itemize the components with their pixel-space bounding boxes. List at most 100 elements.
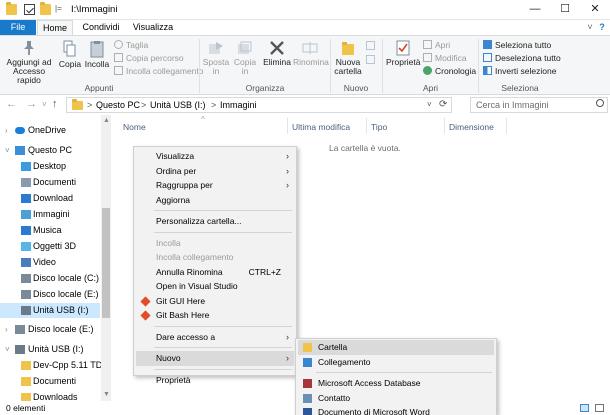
nav-item[interactable]: OneDrive › [0, 123, 100, 138]
pin-quick-access-button[interactable]: Aggiungi ad Accesso rapido [2, 40, 56, 85]
menu-item-dare-accesso-a[interactable]: Dare accesso a › [136, 330, 294, 345]
properties-quick-icon[interactable] [24, 4, 35, 15]
menu-item-visualizza[interactable]: Visualizza › [136, 149, 294, 164]
large-icons-view-icon[interactable] [595, 404, 604, 412]
recent-locations-icon[interactable]: ˅ [42, 100, 47, 109]
nav-item[interactable]: Disco locale (E:) [0, 287, 100, 302]
close-button[interactable]: ✕ [580, 0, 610, 20]
menu-item-aggiorna[interactable]: Aggiorna [136, 193, 294, 208]
menu-item-personalizza-cartella[interactable]: Personalizza cartella... [136, 214, 294, 229]
nav-item[interactable]: Disco locale (C:) [0, 271, 100, 286]
forward-arrow-icon[interactable]: → [26, 98, 37, 110]
expand-chevron-icon[interactable]: › [5, 123, 8, 138]
address-box[interactable]: > Questo PC > Unità USB (I:) > Immagini … [66, 97, 452, 113]
refresh-icon[interactable]: ⟳ [439, 99, 447, 110]
nav-item[interactable]: Documenti [0, 374, 100, 389]
column-separator[interactable] [506, 118, 507, 134]
paste-button[interactable]: Incolla [84, 40, 110, 69]
edit-button[interactable]: Modifica [423, 53, 467, 65]
menu-item-annulla-rinomina[interactable]: Annulla Rinomina CTRL+Z [136, 265, 294, 280]
nav-item[interactable]: Dev-Cpp 5.11 TDM [0, 358, 110, 373]
copy-label: Copia [58, 59, 82, 69]
back-arrow-icon[interactable]: ← [6, 98, 17, 110]
nav-item[interactable]: Disco locale (E:) › [0, 322, 100, 337]
nav-scrollbar-thumb[interactable] [102, 208, 110, 318]
easy-access-icon[interactable] [366, 55, 375, 64]
menu-item-nuovo[interactable]: Nuovo › [136, 351, 294, 366]
nav-item[interactable]: Musica [0, 223, 100, 238]
menu-item-propriet[interactable]: Proprietà [136, 373, 294, 388]
invert-selection-button[interactable]: Inverti selezione [483, 66, 556, 78]
scroll-up-icon[interactable]: ▲ [103, 117, 110, 124]
select-none-button[interactable]: Deseleziona tutto [483, 53, 561, 65]
rename-button[interactable]: Rinomina [293, 40, 329, 67]
submenu-item-microsoft-access-database[interactable]: Microsoft Access Database [298, 376, 494, 391]
column-modified[interactable]: Ultima modifica [292, 122, 350, 132]
nav-item[interactable]: Documenti [0, 175, 100, 190]
new-item-icon[interactable] [366, 41, 375, 50]
git-icon [140, 295, 151, 307]
tab-share[interactable]: Condividi [78, 20, 124, 36]
details-view-icon[interactable] [580, 404, 589, 412]
new-folder-quick-icon[interactable] [40, 2, 51, 15]
folder-icon [303, 343, 312, 352]
copy-path-button[interactable]: Copia percorso [114, 53, 184, 65]
properties-button[interactable]: Proprietà [386, 40, 421, 67]
maximize-button[interactable]: ☐ [550, 0, 580, 20]
menu-item-git-gui-here[interactable]: Git GUI Here [136, 294, 294, 309]
scroll-down-icon[interactable]: ▼ [103, 391, 110, 398]
select-all-button[interactable]: Seleziona tutto [483, 40, 551, 52]
breadcrumb-immagini[interactable]: Immagini [220, 100, 257, 110]
nav-item[interactable]: Download [0, 191, 100, 206]
nav-item[interactable]: Immagini [0, 207, 100, 222]
nav-item[interactable]: Video [0, 255, 100, 270]
minimize-button[interactable]: — [520, 0, 550, 20]
git-icon [140, 310, 151, 321]
nav-item[interactable]: Questo PC ˅ [0, 143, 100, 158]
paste-shortcut-button[interactable]: Incolla collegamento [114, 66, 204, 78]
column-separator[interactable] [444, 118, 445, 134]
expand-chevron-icon[interactable]: ˅ [5, 143, 10, 158]
menu-item-open-in-visual-studio[interactable]: Open in Visual Studio [136, 279, 294, 294]
tab-file[interactable]: File [0, 20, 36, 36]
breadcrumb-this-pc[interactable]: Questo PC [96, 100, 140, 110]
column-separator[interactable] [366, 118, 367, 134]
search-input[interactable]: Cerca in Immagini [470, 97, 608, 113]
column-separator[interactable] [287, 118, 288, 134]
tab-home[interactable]: Home [37, 20, 73, 36]
expand-chevron-icon[interactable]: ˅ [5, 342, 10, 357]
column-size[interactable]: Dimensione [449, 122, 494, 132]
help-icon[interactable]: ? [596, 20, 608, 36]
pin-icon [22, 40, 36, 56]
expand-chevron-icon[interactable]: › [5, 322, 8, 337]
menu-item-ordina-per[interactable]: Ordina per › [136, 164, 294, 179]
menu-item-raggruppa-per[interactable]: Raggruppa per › [136, 178, 294, 193]
submenu-item-contatto[interactable]: Contatto [298, 391, 494, 406]
copy-to-button[interactable]: Copia in [232, 40, 258, 76]
submenu-item-collegamento[interactable]: Collegamento [298, 355, 494, 370]
menu-item-label: Documento di Microsoft Word [318, 407, 430, 415]
open-button[interactable]: Apri [423, 40, 450, 52]
nav-item[interactable]: Oggetti 3D [0, 239, 100, 254]
nav-item[interactable]: Unità USB (I:) ˅ [0, 342, 100, 357]
submenu-item-documento-di-microsoft-word[interactable]: Documento di Microsoft Word [298, 405, 494, 415]
column-name[interactable]: Nome [123, 122, 146, 132]
breadcrumb-usb[interactable]: Unità USB (I:) [150, 100, 206, 110]
nav-item[interactable]: Desktop [0, 159, 100, 174]
tab-view[interactable]: Visualizza [128, 20, 178, 36]
quick-access-customize-icon[interactable]: |= [55, 4, 62, 13]
nav-item[interactable]: Unità USB (I:) [0, 303, 100, 318]
history-button[interactable]: Cronologia [423, 66, 476, 78]
up-arrow-icon[interactable]: ↑ [52, 98, 58, 110]
move-to-button[interactable]: Sposta in [202, 40, 230, 76]
address-dropdown-icon[interactable]: ˅ [427, 100, 432, 109]
submenu-item-cartella[interactable]: Cartella [298, 340, 494, 355]
menu-item-git-bash-here[interactable]: Git Bash Here [136, 308, 294, 323]
shortcut-icon [303, 357, 312, 367]
new-folder-button[interactable]: Nuova cartella [333, 40, 363, 76]
ribbon-expand-icon[interactable]: ˅ [584, 20, 596, 36]
column-type[interactable]: Tipo [371, 122, 387, 132]
delete-button[interactable]: Elimina [262, 40, 292, 67]
cut-button[interactable]: Taglia [114, 40, 148, 52]
copy-button[interactable]: Copia [58, 40, 82, 69]
